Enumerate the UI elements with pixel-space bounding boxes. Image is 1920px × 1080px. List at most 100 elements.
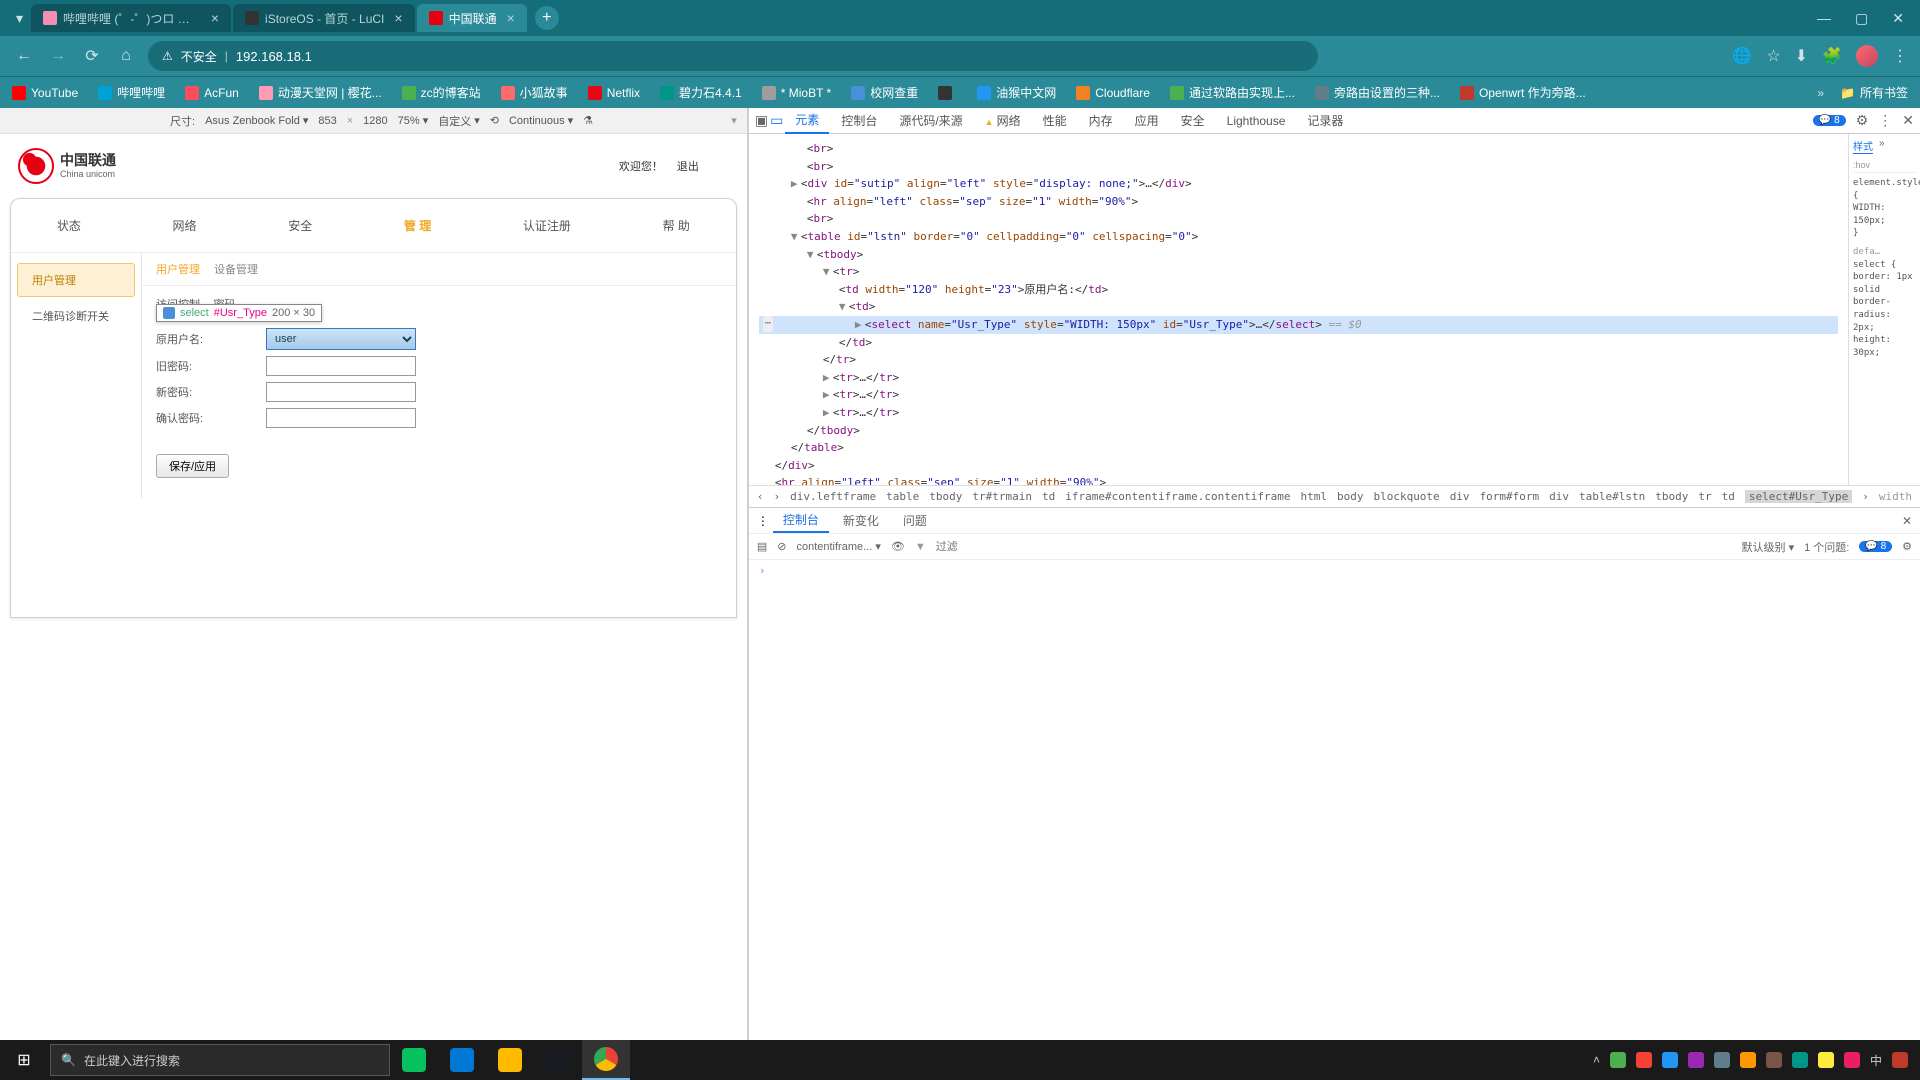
styles-tab[interactable]: 样式 — [1853, 138, 1873, 154]
browser-tab-2[interactable]: 中国联通 × — [417, 4, 527, 32]
settings-icon[interactable]: ⚙ — [1856, 112, 1869, 129]
tray-icon[interactable] — [1844, 1052, 1860, 1068]
dt-tab-elements[interactable]: 元素 — [785, 107, 829, 134]
drawer-menu-icon[interactable]: ⋮ — [757, 514, 769, 528]
bookmark-item[interactable]: 动漫天堂网 | 樱花... — [259, 84, 382, 101]
context-select[interactable]: contentiframe... ▾ — [796, 540, 880, 553]
more-tabs-icon[interactable]: » — [1879, 138, 1885, 154]
start-button[interactable]: ⊞ — [0, 1040, 48, 1080]
taskbar-app[interactable] — [486, 1040, 534, 1080]
all-bookmarks-button[interactable]: 📁所有书签 — [1840, 84, 1908, 101]
tray-icon[interactable] — [1792, 1052, 1808, 1068]
tray-icon[interactable] — [1892, 1052, 1908, 1068]
subtab-device[interactable]: 设备管理 — [214, 261, 258, 277]
save-button[interactable]: 保存/应用 — [156, 454, 229, 478]
console-filter-input[interactable] — [936, 541, 1036, 553]
bookmark-star-icon[interactable]: ☆ — [1766, 46, 1780, 66]
taskbar-search-input[interactable]: 🔍 在此键入进行搜索 — [50, 1044, 390, 1076]
throttle-select[interactable]: 自定义 ▾ — [438, 113, 480, 129]
newpwd-input[interactable] — [266, 382, 416, 402]
profile-avatar[interactable] — [1856, 45, 1878, 67]
issues-badge[interactable]: 💬 8 — [1813, 115, 1846, 126]
back-button[interactable]: ← — [12, 47, 36, 65]
tray-icon[interactable] — [1818, 1052, 1834, 1068]
oldpwd-input[interactable] — [266, 356, 416, 376]
more-icon[interactable]: ⋮ — [1878, 112, 1892, 129]
bookmark-item[interactable]: 油猴中文网 — [977, 84, 1056, 101]
dom-breadcrumb[interactable]: ‹› div.leftframe table tbody tr#trmain t… — [749, 485, 1920, 507]
sidebar-toggle-icon[interactable]: ▤ — [757, 540, 767, 553]
width-input[interactable]: 853 — [318, 115, 336, 127]
tray-icon[interactable] — [1610, 1052, 1626, 1068]
reload-button[interactable]: ⟳ — [80, 46, 104, 66]
taskbar-app[interactable] — [534, 1040, 582, 1080]
close-icon[interactable]: × — [507, 10, 515, 26]
dt-tab-lighthouse[interactable]: Lighthouse — [1217, 110, 1296, 132]
experiment-icon[interactable]: ⚗ — [583, 114, 593, 127]
elements-tree[interactable]: <br> <br> ▶<div id="sutip" align="left" … — [749, 134, 1848, 485]
bookmark-item[interactable]: 校网查重 — [851, 84, 918, 101]
taskbar-app[interactable] — [390, 1040, 438, 1080]
drawer-tab-console[interactable]: 控制台 — [773, 508, 829, 533]
dt-tab-console[interactable]: 控制台 — [831, 108, 887, 133]
bookmark-item[interactable]: Openwrt 作为旁路... — [1460, 84, 1586, 101]
device-select[interactable]: Asus Zenbook Fold ▾ — [205, 114, 308, 127]
bookmark-item[interactable]: AcFun — [185, 86, 239, 100]
bookmark-item[interactable]: Cloudflare — [1076, 86, 1150, 100]
side-item-user-mgmt[interactable]: 用户管理 — [17, 263, 135, 297]
menu-icon[interactable]: ⋮ — [1892, 46, 1908, 66]
tab-manage[interactable]: 管 理 — [392, 213, 443, 238]
tray-icon[interactable] — [1714, 1052, 1730, 1068]
drawer-tab-changes[interactable]: 新变化 — [833, 509, 889, 532]
confirm-input[interactable] — [266, 408, 416, 428]
dt-tab-sources[interactable]: 源代码/来源 — [889, 108, 972, 133]
continuous-select[interactable]: Continuous ▾ — [509, 114, 573, 127]
download-icon[interactable]: ⬇ — [1795, 46, 1808, 66]
tab-status[interactable]: 状态 — [45, 213, 93, 238]
taskbar-chrome[interactable] — [582, 1040, 630, 1080]
height-input[interactable]: 1280 — [363, 115, 387, 127]
dt-tab-security[interactable]: 安全 — [1171, 108, 1215, 133]
extensions-icon[interactable]: 🧩 — [1822, 46, 1842, 66]
dt-tab-network[interactable]: 网络 — [975, 108, 1031, 133]
console-output[interactable]: › — [749, 560, 1920, 1060]
url-input[interactable]: ⚠ 不安全 | 192.168.18.1 — [148, 41, 1318, 71]
browser-tab-0[interactable]: 哔哩哔哩 (゜-゜)つロ 干杯~-b… × — [31, 4, 231, 32]
new-tab-button[interactable]: + — [535, 6, 559, 30]
tray-icon[interactable] — [1636, 1052, 1652, 1068]
bookmark-item[interactable]: * MioBT * — [762, 86, 831, 100]
close-drawer-icon[interactable]: ✕ — [1902, 514, 1912, 528]
bookmark-item[interactable]: YouTube — [12, 86, 78, 100]
tray-icon[interactable] — [1766, 1052, 1782, 1068]
dt-tab-memory[interactable]: 内存 — [1079, 108, 1123, 133]
zoom-select[interactable]: 75% ▾ — [398, 114, 429, 127]
forward-button[interactable]: → — [46, 47, 70, 65]
bookmark-item[interactable]: 哔哩哔哩 — [98, 84, 165, 101]
tab-network[interactable]: 网络 — [161, 213, 209, 238]
drawer-tab-issues[interactable]: 问题 — [893, 509, 937, 532]
close-icon[interactable]: × — [211, 10, 219, 26]
log-level-select[interactable]: 默认级别 ▾ — [1742, 539, 1795, 555]
issues-count-badge[interactable]: 💬 8 — [1859, 541, 1892, 552]
tray-icon[interactable] — [1740, 1052, 1756, 1068]
inspect-element-icon[interactable]: ▣ — [755, 112, 768, 129]
live-expression-icon[interactable]: 👁 — [891, 540, 905, 553]
minimize-icon[interactable]: — — [1817, 10, 1831, 27]
close-icon[interactable]: ✕ — [1892, 10, 1904, 27]
bookmark-item[interactable]: zc的博客站 — [402, 84, 481, 101]
dt-tab-performance[interactable]: 性能 — [1033, 108, 1077, 133]
bookmark-item[interactable]: Netflix — [588, 86, 640, 100]
dt-tab-application[interactable]: 应用 — [1125, 108, 1169, 133]
bookmark-item[interactable]: 通过软路由实现上... — [1170, 84, 1295, 101]
device-mode-icon[interactable]: ▭ — [770, 112, 783, 129]
translate-icon[interactable]: 🌐 — [1732, 46, 1752, 66]
close-icon[interactable]: × — [394, 10, 402, 26]
tab-help[interactable]: 帮 助 — [651, 213, 702, 238]
tab-security[interactable]: 安全 — [276, 213, 324, 238]
logout-link[interactable]: 退出 — [677, 158, 699, 174]
ime-indicator[interactable]: 中 — [1870, 1052, 1882, 1069]
bookmark-item[interactable]: 旁路由设置的三种... — [1315, 84, 1440, 101]
tray-chevron-icon[interactable]: ˄ — [1593, 1053, 1600, 1067]
bookmarks-overflow-icon[interactable]: » — [1817, 86, 1824, 100]
taskbar-app[interactable] — [438, 1040, 486, 1080]
